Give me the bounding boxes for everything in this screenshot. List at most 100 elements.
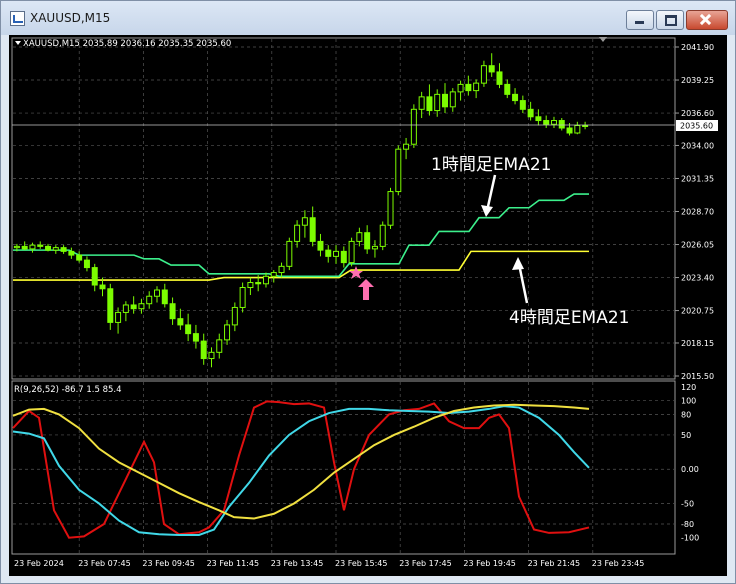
time-axis-label: 23 Feb 17:45 xyxy=(399,559,451,568)
bear-candle xyxy=(255,282,262,285)
price-tick-label: 2034.00 xyxy=(681,141,714,150)
bear-candle xyxy=(325,249,332,257)
bear-candle xyxy=(200,340,207,360)
bull-candle xyxy=(231,306,238,326)
close-button[interactable] xyxy=(686,10,728,30)
price-tick-label: 2031.35 xyxy=(681,174,714,183)
ema4h-annotation: 4時間足EMA21 xyxy=(509,308,630,328)
bull-candle xyxy=(301,217,308,226)
bear-candle xyxy=(527,108,534,118)
entry-arrow-icon xyxy=(358,279,374,300)
ema1h-pointer xyxy=(485,174,497,212)
osc-tick-label: 120 xyxy=(681,383,696,392)
bear-candle xyxy=(566,127,573,134)
time-axis-label: 23 Feb 07:45 xyxy=(78,559,130,568)
bull-candle xyxy=(224,324,231,341)
time-axis-label: 23 Feb 13:45 xyxy=(271,559,323,568)
bear-candle xyxy=(543,120,550,125)
title-bar[interactable]: XAUUSD,M15 xyxy=(1,1,735,35)
bear-candle xyxy=(21,245,28,250)
time-axis-label: 23 Feb 21:45 xyxy=(528,559,580,568)
time-axis-label: 23 Feb 23:45 xyxy=(592,559,644,568)
bull-candle xyxy=(333,250,340,257)
bull-candle xyxy=(262,275,269,285)
bull-candle xyxy=(239,287,246,308)
bull-candle xyxy=(434,93,441,112)
bull-candle xyxy=(449,91,456,108)
price-tick-label: 2026.05 xyxy=(681,241,714,250)
bear-candle xyxy=(504,83,511,95)
bear-candle xyxy=(185,324,192,335)
osc-tick-label: -100 xyxy=(681,534,699,543)
bull-candle xyxy=(418,96,425,110)
bear-candle xyxy=(60,247,67,252)
ema4h-arrowhead xyxy=(512,257,524,270)
minimize-button[interactable] xyxy=(626,10,654,30)
bull-candle xyxy=(270,272,277,277)
bear-candle xyxy=(535,116,542,122)
oscillator-header: R(9,26,52) -86.7 1.5 85.4 xyxy=(14,385,122,395)
price-tick-label: 2041.90 xyxy=(681,43,714,52)
price-chart-svg[interactable]: 2041.90 2039.25 2036.60 2034.00 2031.35 2028.… xyxy=(9,35,727,576)
time-axis-label: 23 Feb 11:45 xyxy=(207,559,259,568)
bull-candle xyxy=(216,339,223,353)
bull-candle xyxy=(582,125,589,128)
bull-candle xyxy=(387,191,394,226)
bull-candle xyxy=(115,311,122,323)
bear-candle xyxy=(91,267,98,286)
time-axis-label: 23 Feb 2024 xyxy=(14,559,64,568)
bear-candle xyxy=(99,284,106,290)
chart-shift-icon[interactable] xyxy=(599,37,607,42)
price-tick-label: 2028.70 xyxy=(681,208,714,217)
time-axis-label: 23 Feb 19:45 xyxy=(463,559,515,568)
bull-candle xyxy=(356,232,363,242)
bull-candle xyxy=(13,245,20,249)
bull-candle xyxy=(29,244,36,250)
bull-candle xyxy=(278,265,285,274)
bear-candle xyxy=(364,232,371,250)
price-tick-label: 2018.15 xyxy=(681,339,714,348)
window-title: XAUUSD,M15 xyxy=(30,11,111,25)
bull-candle xyxy=(294,224,301,242)
maximize-button[interactable] xyxy=(656,10,684,30)
current-price-value: 2035.60 xyxy=(680,122,713,131)
bear-candle xyxy=(426,96,433,112)
osc-yellow-line xyxy=(12,403,590,520)
chart-area[interactable]: 2041.90 2039.25 2036.60 2034.00 2031.35 2028.… xyxy=(9,35,727,576)
bear-candle xyxy=(442,93,448,108)
osc-tick-label: 0.00 xyxy=(681,465,699,474)
price-tick-label: 2039.25 xyxy=(681,76,714,85)
bull-candle xyxy=(457,83,464,93)
bear-candle xyxy=(192,333,199,342)
bear-candle xyxy=(496,71,503,85)
price-tick-label: 2020.75 xyxy=(681,307,714,316)
bear-candle xyxy=(130,304,137,310)
collapse-arrow-icon[interactable] xyxy=(15,41,21,45)
price-tick-label: 2023.40 xyxy=(681,274,714,283)
osc-tick-label: 100 xyxy=(681,397,696,406)
bear-candle xyxy=(76,254,83,261)
bull-candle xyxy=(122,304,129,313)
time-axis-label: 23 Feb 09:45 xyxy=(142,559,194,568)
price-tick-label: 2015.50 xyxy=(681,372,714,381)
bear-candle xyxy=(37,244,44,247)
bear-candle xyxy=(465,83,472,92)
bull-candle xyxy=(379,224,386,247)
bull-candle xyxy=(371,245,378,250)
bull-candle xyxy=(154,289,160,297)
bear-candle xyxy=(68,250,75,256)
bull-candle xyxy=(574,125,581,134)
bear-candle xyxy=(309,217,316,242)
bull-candle xyxy=(403,143,410,150)
bear-candle xyxy=(83,259,90,269)
bull-candle xyxy=(146,295,153,305)
bull-candle xyxy=(348,240,355,264)
chart-header: XAUUSD,M15 2035.89 2036.16 2035.35 2035.… xyxy=(23,39,231,49)
bull-candle xyxy=(247,282,254,289)
osc-tick-label: -80 xyxy=(681,520,694,529)
bear-candle xyxy=(512,93,519,102)
osc-tick-label: 50 xyxy=(681,431,691,440)
bear-candle xyxy=(340,250,347,264)
bear-candle xyxy=(558,120,565,129)
bear-candle xyxy=(45,245,52,251)
